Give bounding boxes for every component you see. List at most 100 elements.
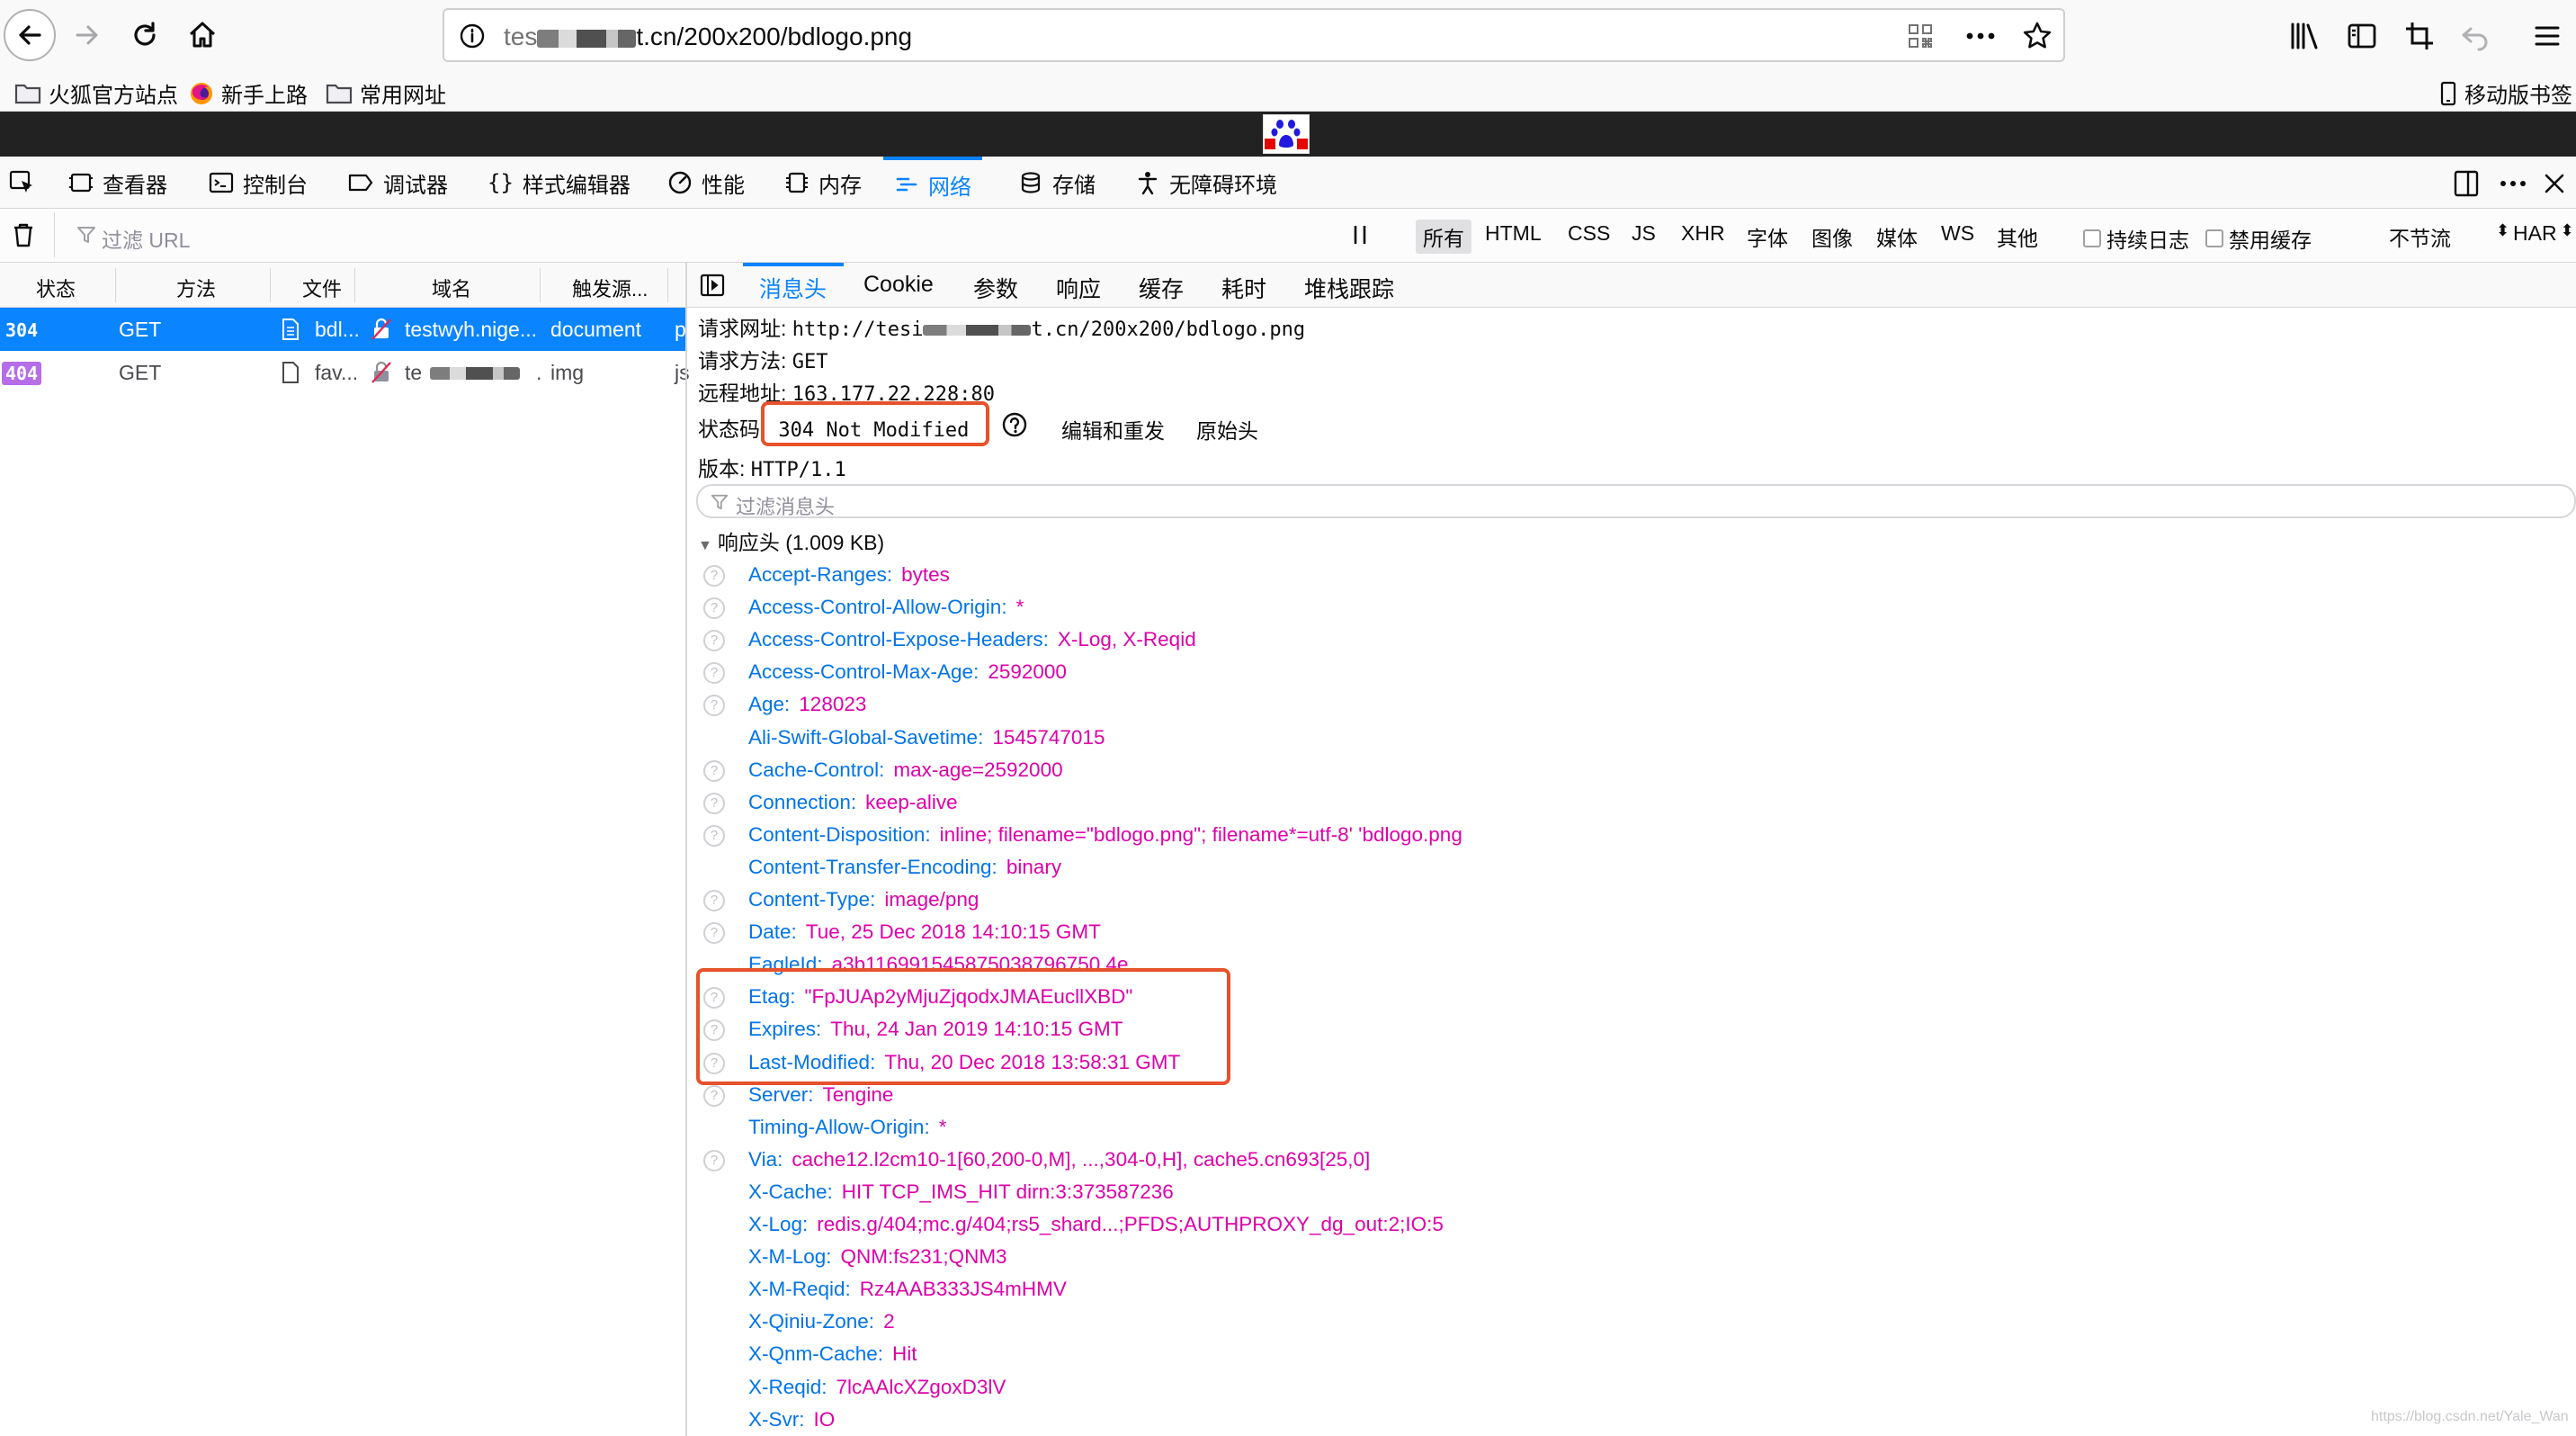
header-name: Timing-Allow-Origin: [748, 1115, 930, 1138]
filter-type-html[interactable]: HTML [1485, 221, 1542, 246]
persist-logs-label: 持续日志 [2106, 229, 2189, 252]
header-help-icon[interactable]: ? [703, 824, 725, 847]
tab-performance[interactable]: 性能 [667, 157, 745, 209]
throttling-select[interactable]: 不节流 ⬍ [2389, 221, 2509, 252]
library-icon[interactable] [2288, 20, 2321, 52]
disable-cache-checkbox[interactable]: 禁用缓存 [2205, 223, 2312, 254]
close-icon[interactable] [2542, 171, 2567, 196]
request-row[interactable]: 304 GET bdl... testwyh.nige... document … [0, 308, 686, 351]
response-headers-section[interactable]: ▼ 响应头 (1.009 KB) [698, 525, 884, 556]
header-help-icon[interactable]: ? [703, 597, 725, 620]
tab-headers[interactable]: 消息头 [759, 272, 827, 304]
filter-type-js[interactable]: JS [1632, 221, 1656, 246]
tab-debugger[interactable]: 调试器 [347, 157, 448, 209]
trash-clear-icon[interactable] [11, 221, 36, 248]
bookmark-getting-started[interactable]: 新手上路 [189, 77, 308, 109]
column-method[interactable]: 方法 [176, 274, 216, 302]
header-help-icon[interactable]: ? [703, 1084, 725, 1107]
header-value: binary [1006, 855, 1062, 878]
tab-memory[interactable]: 内存 [784, 157, 862, 209]
tab-cookies[interactable]: Cookie [863, 272, 934, 298]
filter-type-css[interactable]: CSS [1568, 221, 1610, 246]
filter-type-all[interactable]: 所有 [1416, 220, 1471, 254]
sidebar-icon[interactable] [2346, 20, 2378, 52]
element-picker-icon[interactable] [9, 170, 36, 197]
header-help-icon[interactable]: ? [703, 792, 725, 814]
tab-timings[interactable]: 耗时 [1221, 272, 1266, 304]
back-button[interactable] [4, 9, 56, 61]
screenshot-crop-icon[interactable] [2403, 20, 2436, 52]
tab-label: 性能 [702, 173, 745, 198]
tab-params[interactable]: 参数 [973, 272, 1018, 304]
header-name: Age: [748, 693, 791, 716]
header-value: keep-alive [865, 790, 958, 813]
header-value: 7lcAAlcXZgoxD3lV [836, 1375, 1006, 1398]
header-help-icon[interactable]: ? [703, 759, 725, 782]
url-suffix: t.cn/200x200/bdlogo.png [636, 22, 913, 50]
persist-logs-checkbox[interactable]: 持续日志 [2083, 223, 2189, 254]
raw-headers-button[interactable]: 原始头 [1196, 414, 1258, 444]
header-help-icon[interactable]: ? [703, 1149, 725, 1171]
headers-filter-input[interactable]: 过滤消息头 [696, 484, 2576, 518]
hamburger-menu-icon[interactable] [2531, 20, 2563, 52]
tab-label: 内存 [818, 173, 862, 198]
qr-code-icon[interactable] [1907, 22, 1934, 49]
panel-splitter[interactable] [685, 263, 687, 1436]
bookmark-star-icon[interactable] [2022, 21, 2053, 51]
header-help-icon[interactable]: ? [703, 922, 725, 945]
column-status[interactable]: 状态 [36, 274, 76, 302]
url-bar[interactable]: tes t.cn/200x200/bdlogo.png [443, 8, 2065, 62]
column-divider [115, 268, 116, 302]
filter-type-images[interactable]: 图像 [1811, 221, 1853, 252]
tab-storage[interactable]: 存储 [1018, 157, 1096, 209]
url-text[interactable]: tes t.cn/200x200/bdlogo.png [504, 22, 912, 51]
bookmark-common-sites[interactable]: 常用网址 [326, 77, 446, 109]
header-name: Accept-Ranges: [748, 563, 893, 586]
request-url-suffix[interactable]: t.cn/200x200/bdlogo.png [1031, 319, 1305, 341]
url-filter-input[interactable]: 过滤 URL [54, 212, 1331, 257]
filter-type-xhr[interactable]: XHR [1681, 221, 1725, 246]
tab-response[interactable]: 响应 [1056, 272, 1101, 304]
pause-icon[interactable] [1349, 221, 1371, 248]
devtools-options-icon[interactable] [2497, 171, 2529, 196]
header-help-icon[interactable]: ? [703, 695, 725, 717]
har-menu-button[interactable]: HAR ⬍ [2513, 221, 2574, 246]
toggle-panel-icon[interactable] [700, 274, 725, 297]
header-text: X-Reqid: 7lcAAlcXZgoxD3lV [748, 1376, 1006, 1399]
filter-type-fonts[interactable]: 字体 [1747, 221, 1788, 252]
header-help-icon[interactable]: ? [703, 630, 725, 652]
header-help-icon[interactable]: ? [703, 662, 725, 685]
tab-inspector[interactable]: 查看器 [68, 157, 167, 209]
undo-icon[interactable] [2459, 20, 2491, 52]
header-help-icon[interactable]: ? [703, 890, 725, 911]
column-divider [270, 268, 271, 302]
tab-network[interactable]: 网络 [883, 157, 982, 209]
tab-accessibility[interactable]: 无障碍环境 [1135, 157, 1277, 209]
column-cause[interactable]: 触发源... [572, 274, 648, 302]
column-domain[interactable]: 域名 [432, 274, 471, 302]
filter-type-ws[interactable]: WS [1941, 221, 1974, 246]
baidu-paw-icon [1265, 120, 1308, 149]
column-file[interactable]: 文件 [302, 274, 342, 302]
filter-type-media[interactable]: 媒体 [1876, 221, 1918, 252]
edit-resend-button[interactable]: 编辑和重发 [1061, 414, 1165, 444]
request-url-prefix[interactable]: http://tesi [792, 319, 924, 341]
tab-style-editor[interactable]: {} 样式编辑器 [487, 157, 631, 209]
page-actions-icon[interactable] [1963, 22, 1999, 49]
header-help-icon[interactable]: ? [703, 565, 725, 587]
bookmark-firefox-official[interactable]: 火狐官方站点 [14, 77, 178, 109]
dock-toggle-icon[interactable] [2452, 169, 2481, 198]
mobile-bookmarks[interactable]: 移动版书签 [2439, 77, 2572, 109]
request-row[interactable]: 404 GET fav... te . img js [0, 351, 690, 394]
header-name: X-M-Reqid: [748, 1278, 851, 1301]
header-value: 2592000 [988, 660, 1067, 684]
tab-stack-trace[interactable]: 堆栈跟踪 [1304, 272, 1394, 304]
help-question-icon[interactable] [1002, 412, 1027, 437]
info-icon[interactable] [459, 22, 486, 49]
tab-cache[interactable]: 缓存 [1139, 272, 1184, 304]
filter-type-other[interactable]: 其他 [1997, 221, 2038, 252]
forward-button[interactable] [61, 9, 113, 61]
home-button[interactable] [176, 9, 228, 61]
reload-button[interactable] [119, 9, 171, 61]
tab-console[interactable]: 控制台 [209, 157, 308, 209]
